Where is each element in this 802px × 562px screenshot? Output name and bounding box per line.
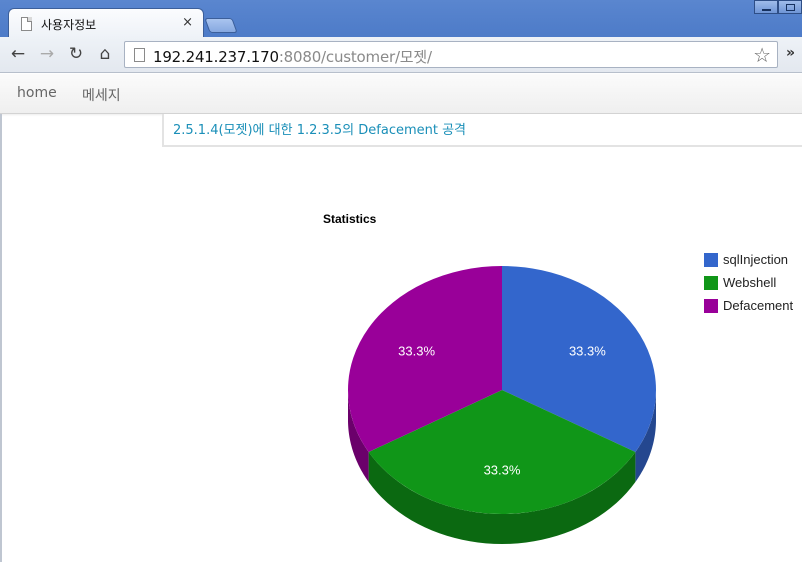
chart-legend: sqlInjection Webshell Defacement	[704, 248, 793, 317]
slice-percent-label: 33.3%	[484, 462, 521, 477]
pie-chart: 33.3% 33.3% 33.3%	[347, 266, 657, 544]
legend-label: sqlInjection	[723, 252, 789, 267]
slice-percent-label: 33.3%	[569, 343, 606, 358]
legend-label: Webshell	[723, 275, 777, 290]
legend-item[interactable]: sqlInjection	[704, 248, 793, 271]
legend-label: Defacement	[723, 298, 794, 313]
legend-swatch	[704, 298, 718, 313]
legend-item[interactable]: Defacement	[704, 294, 793, 317]
legend-item[interactable]: Webshell	[704, 271, 793, 294]
legend-swatch	[704, 252, 718, 267]
legend-swatch	[704, 275, 718, 290]
slice-percent-label: 33.3%	[398, 343, 435, 358]
